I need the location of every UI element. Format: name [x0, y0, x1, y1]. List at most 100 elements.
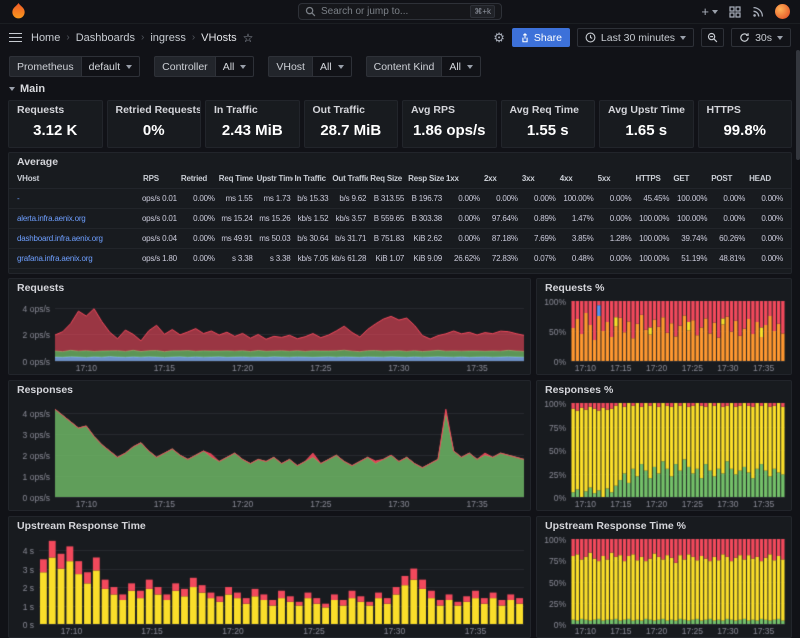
panel-title[interactable]: Upstream Response Time: [9, 517, 530, 533]
share-icon: [520, 33, 530, 43]
table-column-header[interactable]: GET: [671, 174, 709, 183]
vhost-dropdown[interactable]: All: [312, 56, 352, 77]
table-column-header[interactable]: 5xx: [596, 174, 634, 183]
search-placeholder: Search or jump to...: [321, 6, 408, 17]
stat-panel-title[interactable]: HTTPS: [699, 101, 792, 117]
panel-title[interactable]: Responses %: [537, 381, 791, 397]
table-column-header[interactable]: 2xx: [482, 174, 520, 183]
requests-pct-chart[interactable]: [537, 295, 791, 374]
table-column-header[interactable]: Req Size: [368, 174, 406, 183]
responses-chart[interactable]: [9, 397, 530, 510]
table-column-header[interactable]: Req Time: [217, 174, 255, 183]
apps-grid-icon[interactable]: [729, 6, 741, 18]
table-column-header[interactable]: VHost: [15, 174, 141, 183]
stat-panel-title[interactable]: Avg Upstr Time: [600, 101, 693, 117]
table-column-header[interactable]: RPS: [141, 174, 179, 183]
table-column-header[interactable]: Out Traffic: [330, 174, 368, 183]
requests-chart[interactable]: [9, 295, 530, 374]
chevron-down-icon: [467, 65, 473, 69]
stat-panel-title[interactable]: Avg RPS: [403, 101, 496, 117]
add-button[interactable]: +: [701, 4, 718, 19]
filter-label: Content Kind: [366, 56, 442, 77]
table-cell: 0.00%: [444, 234, 482, 243]
filter-label: Prometheus: [9, 56, 81, 77]
chevron-down-icon: [712, 10, 718, 14]
time-range-picker[interactable]: Last 30 minutes: [577, 28, 694, 47]
stat-panel-title[interactable]: Out Traffic: [305, 101, 398, 117]
share-button[interactable]: Share: [512, 28, 570, 47]
zoom-out-icon: [707, 32, 718, 43]
user-avatar[interactable]: [775, 4, 790, 19]
table-cell: 0.01 ops/s: [141, 194, 179, 203]
table-column-header[interactable]: 4xx: [558, 174, 596, 183]
breadcrumb-folder[interactable]: ingress: [150, 32, 185, 44]
rss-icon[interactable]: [752, 6, 764, 18]
table-cell: 0.89%: [520, 214, 558, 223]
stats-row: Requests3.12 KRetried Requests0%In Traff…: [0, 100, 800, 148]
favorite-star-icon[interactable]: ☆: [243, 31, 254, 45]
upstream-time-pct-chart[interactable]: [537, 533, 791, 637]
controller-dropdown[interactable]: All: [215, 56, 255, 77]
table-column-header[interactable]: Upstr Time: [255, 174, 293, 183]
table-cell: 0.00%: [179, 234, 217, 243]
table-cell: 0.00%: [444, 214, 482, 223]
responses-pct-chart[interactable]: [537, 397, 791, 510]
grafana-logo-icon[interactable]: [10, 3, 27, 20]
stat-panel: Avg Req Time1.55 s: [501, 100, 596, 148]
stat-panel-title[interactable]: Avg Req Time: [502, 101, 595, 117]
table-cell: 0.48%: [558, 254, 596, 263]
vhost-link[interactable]: -: [15, 194, 141, 203]
search-input[interactable]: Search or jump to... ⌘+k: [298, 3, 502, 20]
scrollbar[interactable]: [796, 50, 800, 634]
vhost-link[interactable]: grafana.infra.aenix.org: [15, 254, 141, 263]
table-cell: 1.55 ms: [217, 194, 255, 203]
average-table-panel: Average VHostRPSRetriedReq TimeUpstr Tim…: [8, 152, 792, 274]
datasource-dropdown[interactable]: default: [81, 56, 141, 77]
table-cell: 0.00%: [179, 254, 217, 263]
table-cell: 51.19%: [671, 254, 709, 263]
stat-value: 1.65 s: [600, 117, 693, 147]
table-cell: 0.01 ops/s: [141, 214, 179, 223]
stat-panel-title[interactable]: Retried Requests: [108, 101, 201, 117]
panel-title[interactable]: Requests: [9, 279, 530, 295]
table-cell: 0.00%: [596, 194, 634, 203]
stat-panel-title[interactable]: Requests: [9, 101, 102, 117]
menu-icon[interactable]: [9, 33, 22, 43]
panel-title[interactable]: Average: [9, 153, 791, 169]
breadcrumb-home[interactable]: Home: [31, 32, 60, 44]
refresh-button[interactable]: 30s: [731, 28, 791, 47]
section-header-main[interactable]: Main: [0, 81, 800, 100]
settings-gear-icon[interactable]: ⚙: [493, 30, 505, 46]
table-cell: 49.91 ms: [217, 234, 255, 243]
zoom-out-button[interactable]: [701, 28, 724, 47]
table-column-header[interactable]: In Traffic: [293, 174, 331, 183]
table-column-header[interactable]: Retried: [179, 174, 217, 183]
table-column-header[interactable]: Resp Size: [406, 174, 444, 183]
table-cell: 9.62 b/s: [330, 194, 368, 203]
table-cell: 0.00%: [444, 194, 482, 203]
table-cell: 31.71 b/s: [330, 234, 368, 243]
table-header-row: VHostRPSRetriedReq TimeUpstr TimeIn Traf…: [9, 169, 791, 189]
stat-panel: In Traffic2.43 MiB: [205, 100, 300, 148]
upstream-time-chart[interactable]: [9, 533, 530, 637]
table-cell: 0.00%: [747, 214, 785, 223]
breadcrumb-dashboards[interactable]: Dashboards: [76, 32, 135, 44]
table-cell: 303.38 B: [406, 214, 444, 223]
table-column-header[interactable]: 3xx: [520, 174, 558, 183]
table-column-header[interactable]: POST: [709, 174, 747, 183]
panel-title[interactable]: Upstream Response Time %: [537, 517, 791, 533]
vhost-link[interactable]: dashboard.infra.aenix.org: [15, 234, 141, 243]
chevron-down-icon: [777, 36, 783, 40]
stat-value: 1.86 ops/s: [403, 117, 496, 147]
table-column-header[interactable]: HTTPS: [633, 174, 671, 183]
panel-title[interactable]: Responses: [9, 381, 530, 397]
table-column-header[interactable]: 1xx: [444, 174, 482, 183]
scrollbar-thumb[interactable]: [796, 50, 800, 160]
stat-panel-title[interactable]: In Traffic: [206, 101, 299, 117]
table-column-header[interactable]: HEAD: [747, 174, 785, 183]
vhost-link[interactable]: alerta.infra.aenix.org: [15, 214, 141, 223]
panel-title[interactable]: Requests %: [537, 279, 791, 295]
content-kind-dropdown[interactable]: All: [441, 56, 481, 77]
table-cell: 61.28 kb/s: [330, 254, 368, 263]
chevron-down-icon: [126, 65, 132, 69]
